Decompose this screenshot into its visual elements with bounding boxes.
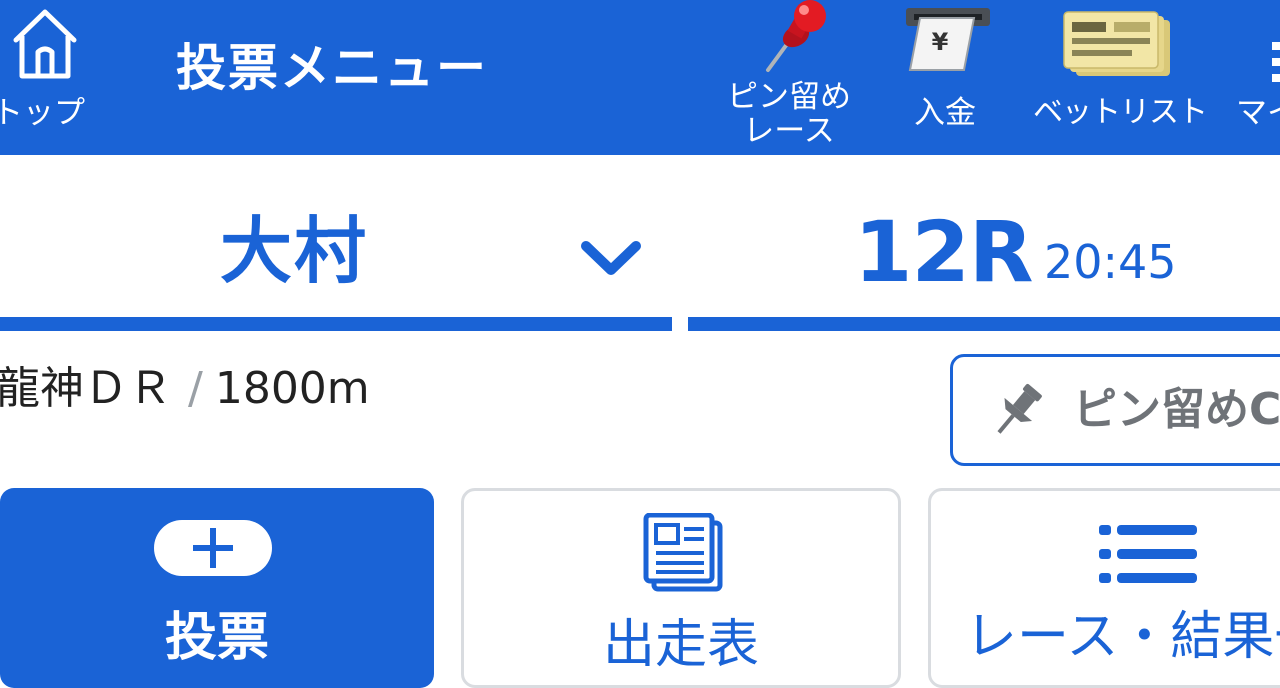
venue-name: 大村: [220, 209, 369, 293]
bet-button[interactable]: 投票: [0, 488, 434, 688]
nav-pinned-races-label-line1: ピン留め: [727, 79, 851, 115]
app-header: トップ 投票メニュー ピン留め レース ¥ 入金 ベットリスト マ: [0, 0, 1280, 155]
race-underline: [688, 317, 1280, 331]
list-icon: [1099, 525, 1197, 583]
nav-my-menu-button[interactable]: マイ: [1236, 0, 1280, 155]
race-results-label: レース・結果一: [965, 607, 1280, 667]
nav-deposit-button[interactable]: ¥ 入金: [890, 0, 1000, 155]
nav-bet-list-label: ベットリスト: [1033, 95, 1208, 130]
race-info: 龍神ＤＲ /1800m: [0, 362, 370, 416]
nav-bet-list-button[interactable]: ベットリスト: [1030, 0, 1210, 155]
nav-deposit-label: 入金: [914, 95, 976, 131]
page-title: 投票メニュー: [176, 39, 488, 97]
nav-pinned-races-label: ピン留め レース: [714, 80, 864, 148]
nav-top-button[interactable]: トップ: [0, 0, 110, 155]
venue-dropdown[interactable]: 大村: [0, 190, 672, 332]
bet-label: 投票: [164, 608, 269, 668]
race-info-separator: /: [188, 363, 203, 414]
home-icon: [13, 9, 77, 79]
race-results-button[interactable]: レース・結果一: [928, 488, 1280, 688]
pin-race-button[interactable]: ピン留めC: [950, 354, 1280, 466]
newspaper-icon: [643, 513, 723, 592]
plus-icon: [193, 528, 233, 568]
nav-pinned-races-button[interactable]: ピン留め レース: [714, 0, 864, 155]
atm-deposit-icon: ¥: [906, 8, 990, 71]
venue-underline: [0, 317, 672, 331]
pin-icon: [997, 383, 1042, 434]
chevron-down-icon: [581, 241, 641, 275]
nav-top-label: トップ: [0, 95, 85, 131]
post-time: 20:45: [1044, 235, 1177, 289]
pin-race-label: ピン留めC: [1073, 384, 1280, 435]
yen-symbol: ¥: [932, 28, 949, 56]
race-selector[interactable]: 12R 20:45: [688, 190, 1280, 332]
plus-pill: [154, 520, 272, 576]
entry-table-button[interactable]: 出走表: [461, 488, 901, 688]
nav-my-menu-label: マイ: [1236, 95, 1280, 131]
race-number: 12R: [854, 203, 1034, 301]
entry-table-label: 出走表: [602, 615, 759, 675]
race-name: 龍神ＤＲ: [0, 363, 172, 414]
nav-pinned-races-label-line2: レース: [743, 113, 835, 149]
tickets-icon: [1063, 11, 1170, 76]
pushpin-icon: [766, 0, 826, 72]
race-distance: 1800m: [214, 363, 370, 414]
more-icon: [1272, 42, 1280, 90]
